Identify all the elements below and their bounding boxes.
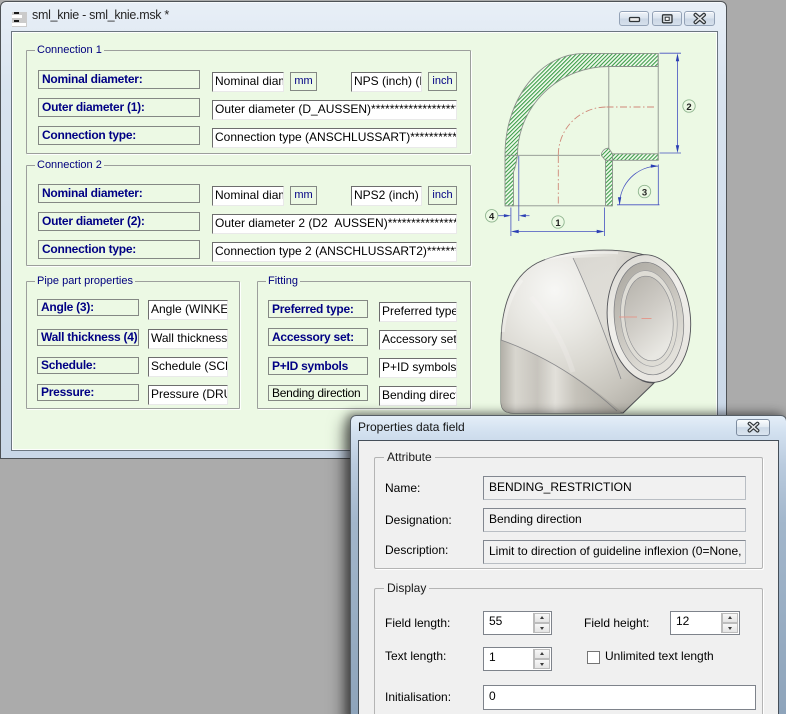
svg-text:2: 2 bbox=[686, 102, 691, 113]
svg-text:1: 1 bbox=[555, 218, 561, 229]
svg-text:3: 3 bbox=[642, 187, 647, 198]
svg-text:4: 4 bbox=[489, 212, 495, 223]
